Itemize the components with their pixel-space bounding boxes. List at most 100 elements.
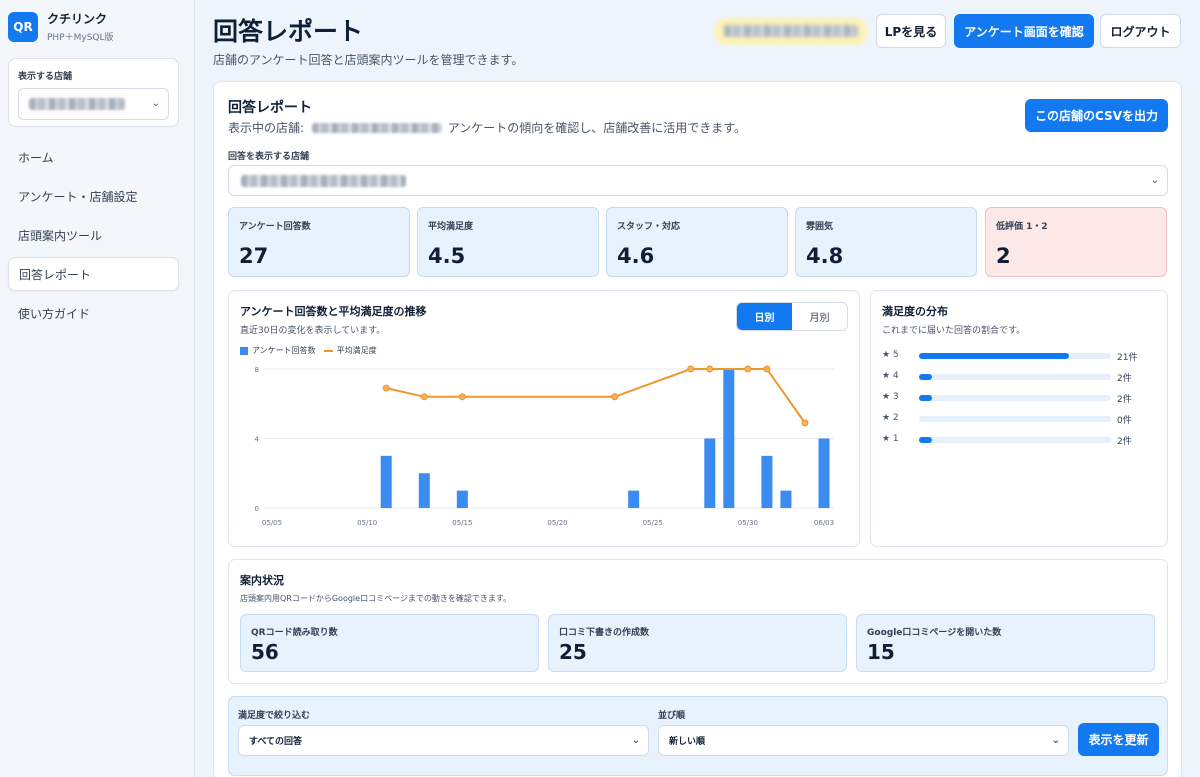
distribution-count: 2件 [1117, 395, 1132, 405]
y-tick-label: 0 [255, 505, 259, 513]
stat-label: スタッフ・対応 [617, 222, 681, 232]
stat-value: 56 [251, 640, 279, 664]
nav-store-tools[interactable]: 店頭案内ツール [8, 218, 179, 252]
lp-button[interactable]: LPを見る [876, 14, 946, 48]
chevron-down-icon: ⌄ [1051, 734, 1060, 746]
bar [418, 473, 430, 508]
satisfaction-point [420, 393, 428, 401]
distribution-count: 21件 [1117, 353, 1138, 363]
trend-chart: 0 4 8 05/05 05/10 05/15 05/20 05/25 05/30 06/03 [255, 365, 834, 527]
distribution-bar-track [919, 353, 1111, 359]
y-tick-label: 4 [255, 436, 260, 444]
nav-guide[interactable]: 使い方ガイド [8, 296, 179, 330]
y-tick-label: 8 [255, 366, 259, 374]
x-tick-label: 05/05 [262, 519, 282, 527]
satisfaction-point [458, 393, 466, 401]
filter-bar: 満足度で絞り込む すべての回答 ⌄ 並び順 新しい順 ⌄ 表示を更新 [228, 696, 1168, 776]
bar [723, 369, 735, 508]
stat-value: 25 [559, 640, 587, 664]
store-selector-label: 表示する店舗 [18, 72, 73, 82]
nav-survey-settings[interactable]: アンケート・店舗設定 [8, 179, 179, 213]
report-subtitle-prefix: 表示中の店舗: [228, 121, 305, 135]
x-tick-label: 06/03 [814, 519, 834, 527]
stat-label: Google口コミページを開いた数 [867, 628, 1002, 638]
satisfaction-point [801, 419, 809, 427]
nav-report[interactable]: 回答レポート [8, 257, 179, 291]
trend-chart-card: アンケート回答数と平均満足度の推移 直近30日の変化を表示しています。 日別 月… [228, 290, 860, 547]
satisfaction-point [382, 384, 390, 392]
distribution-row: ★ 3 2件 [882, 392, 1162, 405]
stat-label: 口コミ下書きの作成数 [559, 628, 650, 638]
distribution-row: ★ 2 0件 [882, 413, 1162, 426]
bar [456, 490, 468, 508]
page-title: 回答レポート [213, 17, 364, 46]
distribution-bar-track [919, 437, 1111, 443]
bar [818, 438, 830, 508]
stat-value: 4.6 [617, 244, 655, 268]
bar [780, 490, 792, 508]
guide-subtitle: 店頭案内用QRコードからGoogle口コミページまでの動きを確認できます。 [240, 594, 512, 603]
distribution-bar-track [919, 395, 1111, 401]
stat-value: 4.5 [428, 244, 466, 268]
distribution-card: 満足度の分布 これまでに届いた回答の割合です。 ★ 5 21件 ★ 4 2件 ★ 3 2件… [870, 290, 1168, 547]
satisfaction-line [385, 368, 806, 424]
report-subtitle-suffix: アンケートの傾向を確認し、店舗改善に活用できます。 [447, 121, 747, 135]
csv-export-button[interactable]: この店舗のCSVを出力 [1025, 99, 1168, 132]
sidebar: QR クチリンク PHP＋MySQL版 表示する店舗 ⌄ ホーム アンケート・店… [0, 0, 195, 777]
app-subtitle: PHP＋MySQL版 [47, 33, 114, 43]
star-label: ★ 3 [882, 392, 899, 402]
distribution-row: ★ 5 21件 [882, 350, 1162, 363]
redacted-user-name [724, 25, 858, 37]
logout-button[interactable]: ログアウト [1100, 14, 1181, 48]
x-tick-label: 05/15 [452, 519, 472, 527]
distribution-count: 2件 [1117, 374, 1132, 384]
satisfaction-point [611, 393, 619, 401]
stat-google-opens: Google口コミページを開いた数 15 [856, 614, 1155, 672]
rating-filter-select[interactable]: すべての回答 ⌄ [238, 725, 649, 756]
distribution-count: 2件 [1117, 437, 1132, 447]
distribution-subtitle: これまでに届いた回答の割合です。 [882, 326, 1026, 336]
distribution-bar-track [919, 374, 1111, 380]
stat-label: 平均満足度 [428, 222, 474, 232]
distribution-bar-fill [919, 374, 933, 380]
stat-label: QRコード読み取り数 [251, 628, 338, 638]
x-tick-label: 05/30 [738, 519, 758, 527]
report-store-select[interactable]: ⌄ [228, 165, 1168, 196]
distribution-bar-fill [919, 437, 933, 443]
rating-filter-value: すべての回答 [249, 737, 303, 747]
qr-logo: QR [8, 11, 38, 42]
distribution-bar-fill [919, 353, 1069, 359]
guide-title: 案内状況 [240, 574, 284, 587]
stat-card-atmosphere: 雰囲気 4.8 [795, 207, 977, 277]
sidebar-store-select[interactable]: ⌄ [18, 88, 169, 120]
stat-card-avg-satisfaction: 平均満足度 4.5 [417, 207, 599, 277]
page-description: 店舗のアンケート回答と店頭案内ツールを管理できます。 [213, 53, 524, 67]
stat-label: 低評価 1・2 [996, 222, 1048, 232]
distribution-title: 満足度の分布 [882, 305, 948, 318]
x-tick-label: 05/20 [547, 519, 567, 527]
redacted-current-store [311, 122, 442, 133]
distribution-row: ★ 1 2件 [882, 434, 1162, 447]
sort-value: 新しい順 [669, 737, 706, 747]
satisfaction-point [687, 365, 695, 373]
x-tick-label: 05/10 [357, 519, 377, 527]
nav-home[interactable]: ホーム [8, 140, 179, 174]
stat-value: 27 [239, 244, 269, 268]
distribution-bar-track [919, 416, 1111, 422]
sort-select[interactable]: 新しい順 ⌄ [658, 725, 1069, 756]
brand[interactable]: QR クチリンク PHP＋MySQL版 [8, 10, 114, 43]
report-title: 回答レポート [228, 100, 312, 116]
update-view-button[interactable]: 表示を更新 [1078, 723, 1159, 756]
star-label: ★ 2 [882, 413, 899, 423]
chevron-down-icon: ⌄ [151, 97, 160, 109]
report-store-select-label: 回答を表示する店舗 [228, 152, 310, 162]
x-tick-label: 05/25 [643, 519, 663, 527]
bar [380, 455, 392, 508]
store-selector-box: 表示する店舗 ⌄ [8, 58, 179, 127]
stat-card-low-ratings: 低評価 1・2 2 [985, 207, 1167, 277]
star-label: ★ 5 [882, 350, 899, 360]
guide-status-card: 案内状況 店頭案内用QRコードからGoogle口コミページまでの動きを確認できま… [228, 559, 1168, 684]
user-account-chip [714, 18, 868, 45]
survey-preview-button[interactable]: アンケート画面を確認 [954, 14, 1094, 48]
stat-label: アンケート回答数 [239, 222, 311, 232]
